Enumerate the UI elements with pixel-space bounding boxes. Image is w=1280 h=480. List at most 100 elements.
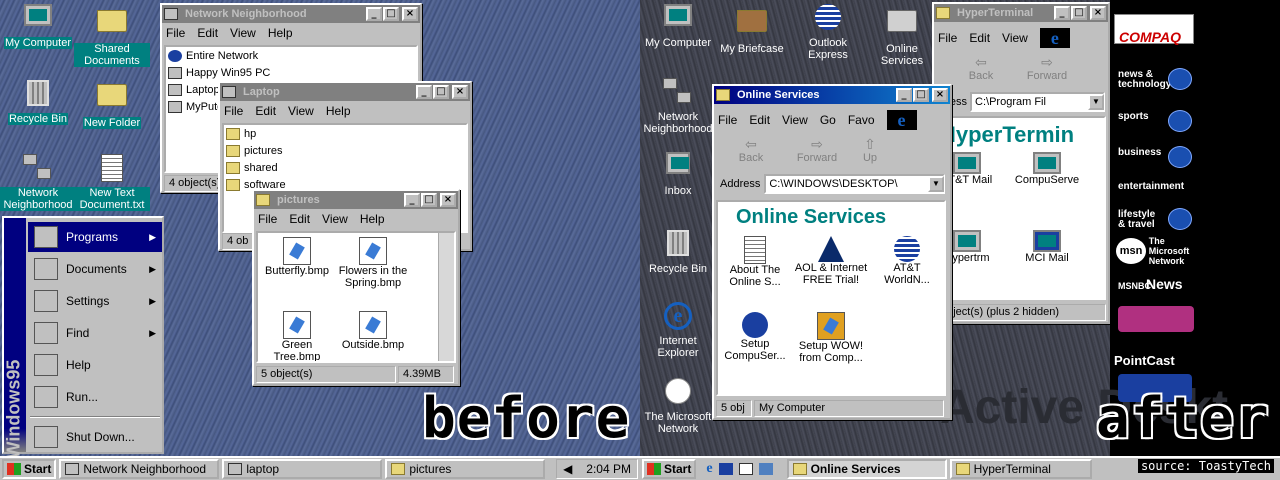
list-item[interactable]: hp: [224, 125, 466, 142]
channel-disney[interactable]: [1118, 306, 1194, 332]
menu-edit[interactable]: Edit: [197, 26, 218, 40]
maximize-button[interactable]: □: [913, 88, 929, 102]
up-button[interactable]: ⇧ Up: [850, 136, 890, 164]
channel-news-technology[interactable]: news & technology: [1118, 68, 1192, 90]
taskbar-button-network[interactable]: Network Neighborhood: [59, 459, 220, 479]
close-button[interactable]: ×: [440, 193, 456, 207]
file-item[interactable]: Setup WOW! from Comp...: [794, 312, 868, 364]
menu-file[interactable]: File: [166, 26, 185, 40]
network-neighborhood-icon[interactable]: Network Neighborhood: [640, 78, 716, 135]
my-briefcase-icon[interactable]: My Briefcase: [714, 4, 790, 55]
taskbar-button-laptop[interactable]: laptop: [222, 459, 383, 479]
forward-button[interactable]: ⇨ Forward: [1014, 54, 1080, 82]
minimize-button[interactable]: _: [366, 7, 382, 21]
maximize-button[interactable]: □: [1071, 6, 1087, 20]
menu-favorites[interactable]: Favo: [848, 113, 875, 127]
menu-help[interactable]: Help: [268, 26, 293, 40]
maximize-button[interactable]: □: [383, 7, 399, 21]
menu-view[interactable]: View: [230, 26, 256, 40]
title-bar[interactable]: Laptop _ □ ×: [220, 83, 470, 101]
channel-entertainment[interactable]: entertainment: [1118, 182, 1184, 192]
address-dropdown-button[interactable]: ▼: [1088, 94, 1104, 110]
speaker-icon[interactable]: ◀: [563, 462, 572, 476]
menu-view[interactable]: View: [1002, 31, 1028, 45]
start-button[interactable]: Start: [2, 459, 57, 479]
close-button[interactable]: ×: [402, 7, 418, 21]
channel-lifestyle-travel[interactable]: lifestyle & travel: [1118, 208, 1192, 230]
menu-file[interactable]: File: [258, 212, 277, 226]
menu-view[interactable]: View: [782, 113, 808, 127]
close-button[interactable]: ×: [1090, 6, 1106, 20]
file-item[interactable]: About The Online S...: [718, 236, 792, 288]
list-item[interactable]: Happy Win95 PC: [166, 64, 416, 81]
minimize-button[interactable]: _: [1054, 6, 1070, 20]
taskbar-button-online-services[interactable]: Online Services: [786, 459, 947, 479]
channel-sports[interactable]: sports: [1118, 110, 1192, 132]
file-item[interactable]: AT&T WorldN...: [870, 236, 944, 286]
recycle-bin-icon[interactable]: Recycle Bin: [640, 228, 716, 275]
maximize-button[interactable]: □: [433, 85, 449, 99]
file-item[interactable]: Flowers in the Spring.bmp: [336, 237, 410, 289]
menu-file[interactable]: File: [938, 31, 957, 45]
forward-button[interactable]: ⇨ Forward: [784, 136, 850, 164]
address-input[interactable]: C:\WINDOWS\DESKTOP\: [764, 174, 945, 194]
start-menu-help[interactable]: Help: [28, 350, 162, 380]
list-item[interactable]: pictures: [224, 142, 466, 159]
network-neighborhood-icon[interactable]: Network Neighborhood: [0, 154, 76, 211]
clock[interactable]: 2:04 PM: [586, 462, 631, 476]
compaq-logo[interactable]: COMPAQ: [1119, 29, 1181, 45]
file-item[interactable]: Butterfly.bmp: [260, 237, 334, 277]
list-item[interactable]: shared: [224, 159, 466, 176]
menu-file[interactable]: File: [224, 104, 243, 118]
quick-launch-channels-icon[interactable]: [758, 463, 773, 475]
file-item[interactable]: Outside.bmp: [336, 311, 410, 351]
shared-documents-icon[interactable]: Shared Documents: [74, 4, 150, 67]
vertical-scrollbar[interactable]: [438, 233, 454, 361]
pictures-window[interactable]: pictures _ □ × File Edit View Help Butterf…: [252, 189, 460, 386]
quick-launch-desktop-icon[interactable]: [738, 463, 753, 475]
title-bar[interactable]: Network Neighborhood _ □ ×: [162, 5, 420, 23]
file-item[interactable]: MCI Mail: [1010, 230, 1084, 264]
back-button[interactable]: ⇦ Back: [718, 136, 784, 164]
file-item[interactable]: Green Tree.bmp: [260, 311, 334, 361]
start-menu-run[interactable]: Run...: [28, 382, 162, 412]
file-item[interactable]: Setup CompuSer...: [718, 312, 792, 362]
menu-edit[interactable]: Edit: [749, 113, 770, 127]
menu-view[interactable]: View: [288, 104, 314, 118]
my-computer-icon[interactable]: My Computer: [640, 4, 716, 49]
hyperterminal-window[interactable]: HyperTerminal _ □ × File Edit View e ⇦ Back…: [932, 2, 1110, 324]
start-menu-shut-down[interactable]: Shut Down...: [28, 422, 162, 452]
menu-edit[interactable]: Edit: [289, 212, 310, 226]
inbox-icon[interactable]: Inbox: [640, 152, 716, 197]
channel-pointcast[interactable]: PointCast: [1114, 354, 1175, 367]
address-input[interactable]: C:\Program Fil: [970, 92, 1105, 112]
address-dropdown-button[interactable]: ▼: [928, 176, 944, 192]
start-menu-programs[interactable]: Programs ▶: [28, 222, 162, 252]
file-item[interactable]: AOL & Internet FREE Trial!: [794, 236, 868, 286]
file-item[interactable]: CompuServe: [1010, 152, 1084, 186]
taskbar-button-pictures[interactable]: pictures: [385, 459, 546, 479]
new-text-document-icon[interactable]: New Text Document.txt: [74, 154, 150, 211]
start-menu-documents[interactable]: Documents ▶: [28, 254, 162, 284]
menu-help[interactable]: Help: [326, 104, 351, 118]
new-folder-icon[interactable]: New Folder: [74, 78, 150, 129]
recycle-bin-icon[interactable]: Recycle Bin: [0, 78, 76, 125]
start-menu-find[interactable]: Find ▶: [28, 318, 162, 348]
menu-view[interactable]: View: [322, 212, 348, 226]
my-computer-icon[interactable]: My Computer: [0, 4, 76, 49]
list-item[interactable]: Entire Network: [166, 47, 416, 64]
menu-file[interactable]: File: [718, 113, 737, 127]
microsoft-network-icon[interactable]: The Microsoft Network: [640, 378, 716, 435]
channel-msnbc[interactable]: MSNBCNews: [1118, 276, 1183, 294]
close-button[interactable]: ×: [452, 85, 468, 99]
menu-edit[interactable]: Edit: [255, 104, 276, 118]
online-services-window[interactable]: Online Services _ □ × File Edit View Go Fa…: [712, 84, 952, 420]
channel-msn[interactable]: msn The Microsoft Network: [1116, 236, 1197, 266]
menu-help[interactable]: Help: [360, 212, 385, 226]
start-button[interactable]: Start: [642, 459, 697, 479]
back-button[interactable]: ⇦ Back: [948, 54, 1014, 82]
taskbar-button-hyperterminal[interactable]: HyperTerminal: [949, 459, 1092, 479]
minimize-button[interactable]: _: [404, 193, 420, 207]
title-bar[interactable]: pictures _ □ ×: [254, 191, 458, 209]
quick-launch-outlook-icon[interactable]: [718, 463, 733, 475]
